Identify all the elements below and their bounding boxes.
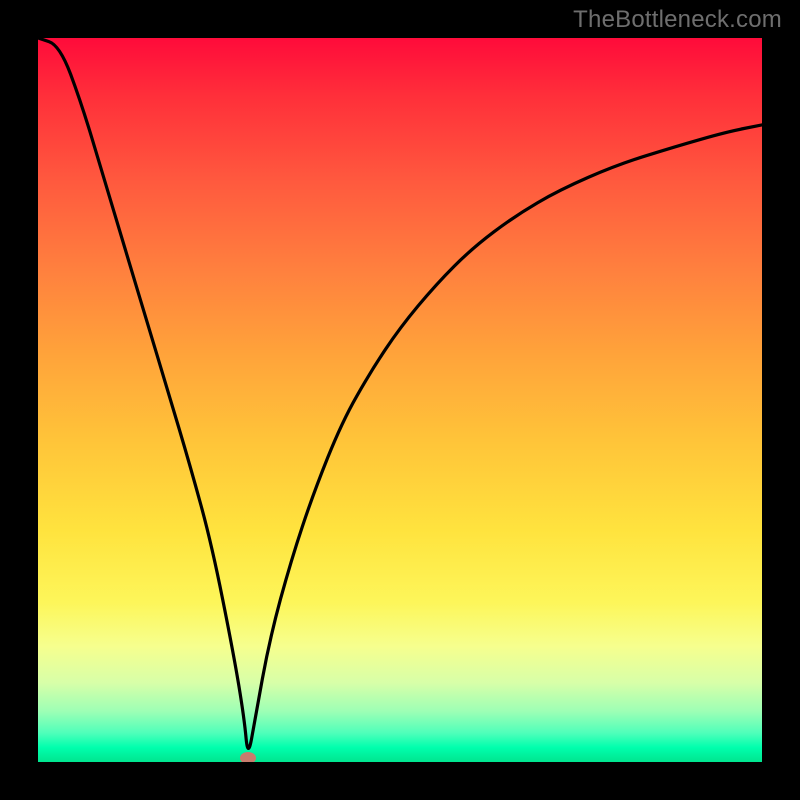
bottleneck-curve	[38, 38, 762, 748]
curve-svg	[38, 38, 762, 762]
chart-frame: TheBottleneck.com	[0, 0, 800, 800]
plot-area	[38, 38, 762, 762]
min-point-marker	[240, 752, 256, 762]
watermark-text: TheBottleneck.com	[573, 6, 782, 34]
